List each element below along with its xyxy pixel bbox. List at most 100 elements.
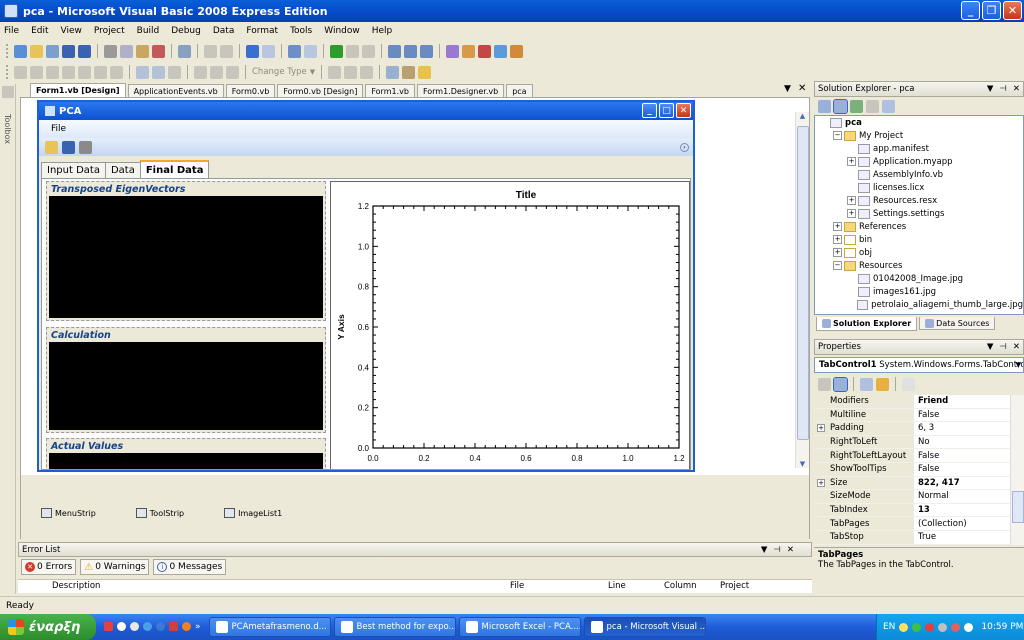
property-grid-scrollbar[interactable] (1010, 395, 1024, 545)
expand-icon[interactable]: + (817, 424, 825, 433)
tree-item[interactable]: + Application.myapp (815, 155, 1023, 168)
add-project-icon[interactable] (14, 44, 27, 58)
align-middles-icon[interactable] (94, 65, 107, 79)
panel-close-icon[interactable]: ✕ (1013, 342, 1020, 352)
tool-strip-overflow-icon[interactable]: › (680, 142, 689, 152)
tree-item[interactable]: + bin (815, 233, 1023, 246)
panel-tab[interactable]: Data Sources (919, 317, 996, 330)
property-row[interactable]: + Size 822, 417 (814, 476, 1010, 491)
panel-dropdown-icon[interactable]: ▼ (987, 342, 994, 352)
component-item[interactable]: ImageList1 (224, 487, 282, 539)
quick-launch-icon[interactable] (104, 622, 113, 631)
form-minimize-button[interactable]: _ (642, 103, 657, 118)
bring-to-front-icon[interactable] (328, 65, 342, 79)
tree-item[interactable]: images161.jpg (815, 285, 1023, 298)
toolbox-icon[interactable] (2, 86, 14, 98)
messages-filter-button[interactable]: i 0 Messages (153, 559, 227, 575)
panel-close-icon[interactable]: ✕ (787, 545, 794, 555)
scroll-down-icon[interactable]: ▼ (796, 460, 809, 468)
undo-icon[interactable] (246, 44, 259, 58)
designer-scrollbar[interactable]: ▲ ▼ (795, 112, 809, 468)
document-tab[interactable]: Form1.vb [Design] (30, 83, 126, 97)
pin-icon[interactable]: ⊣ (999, 342, 1006, 352)
vertical-spacing-icon[interactable] (210, 65, 223, 79)
tab-order-icon[interactable] (360, 65, 374, 79)
flag-icon[interactable] (169, 622, 178, 631)
menu-project[interactable]: Project (94, 26, 125, 36)
tab-dropdown-icon[interactable]: ▼ (784, 84, 791, 94)
open-icon[interactable] (30, 44, 43, 58)
quick-launch-icon[interactable] (117, 622, 126, 631)
tree-item[interactable]: pca (815, 116, 1023, 129)
eigenvectors-grid[interactable] (49, 196, 323, 318)
align-rights-icon[interactable] (62, 65, 75, 79)
property-value[interactable]: 6, 3 (914, 422, 1010, 435)
collapse-icon[interactable]: − (833, 131, 842, 140)
taskbar-button[interactable]: PCAmetafrasmeno.d... (208, 617, 331, 637)
delete-icon[interactable] (152, 44, 165, 58)
align-to-grid-icon[interactable] (14, 65, 27, 79)
document-tab[interactable]: pca (506, 84, 533, 97)
tray-icon[interactable] (925, 622, 935, 632)
show-all-files-icon[interactable] (833, 98, 848, 114)
menu-help[interactable]: Help (372, 26, 393, 36)
menu-format[interactable]: Format (246, 26, 278, 36)
property-value[interactable]: False (914, 408, 1010, 422)
property-row[interactable]: RightToLeft No (814, 435, 1010, 450)
panel-close-icon[interactable]: ✕ (1013, 84, 1020, 94)
document-tab[interactable]: Form0.vb (225, 84, 276, 97)
save-icon[interactable] (62, 140, 75, 154)
quick-launch-icon[interactable] (156, 622, 165, 631)
menu-debug[interactable]: Debug (171, 26, 201, 36)
property-row[interactable]: TabIndex 13 (814, 503, 1010, 518)
menu-window[interactable]: Window (324, 26, 360, 36)
property-row[interactable]: + Padding 6, 3 (814, 422, 1010, 436)
taskbar-button[interactable]: Best method for expo... (333, 617, 456, 637)
tree-item[interactable]: + obj (815, 246, 1023, 259)
tree-item[interactable]: − My Project (815, 129, 1023, 142)
property-row[interactable]: ShowToolTips False (814, 462, 1010, 477)
copy-icon[interactable] (120, 44, 133, 58)
tray-icon[interactable] (899, 622, 909, 632)
document-tab[interactable]: Form1.vb (365, 84, 415, 97)
make-same-height-icon[interactable] (152, 65, 165, 79)
property-value[interactable]: (Collection) (914, 517, 1010, 530)
toolbar-grip[interactable] (6, 44, 9, 58)
horizontal-spacing-icon[interactable] (194, 65, 207, 79)
property-value[interactable]: 13 (914, 503, 1010, 517)
expand-icon[interactable]: + (847, 157, 856, 166)
properties-icon[interactable] (860, 377, 873, 391)
step-into-icon[interactable] (388, 44, 401, 58)
start-debugging-icon[interactable] (330, 44, 343, 58)
column-header[interactable]: Line (608, 581, 626, 591)
open-icon[interactable] (45, 140, 58, 154)
form-tab[interactable]: Final Data (139, 160, 210, 178)
step-out-icon[interactable] (420, 44, 433, 58)
actual-values-grid[interactable] (49, 453, 323, 469)
menu-view[interactable]: View (61, 26, 82, 36)
toolbox-icon[interactable] (478, 44, 491, 58)
component-item[interactable]: ToolStrip (135, 487, 184, 539)
tree-item[interactable]: petrolaio_aliagemi_thumb_large.jpg (815, 298, 1023, 311)
format-icon[interactable] (402, 65, 416, 79)
refresh-icon[interactable] (850, 99, 863, 113)
scrollbar-thumb[interactable] (1012, 491, 1024, 523)
tree-item[interactable]: AssemblyInfo.vb (815, 168, 1023, 181)
property-row[interactable]: RightToLeftLayout False (814, 449, 1010, 463)
object-selector[interactable]: TabControl1 System.Windows.Forms.TabCont… (814, 357, 1024, 373)
expand-icon[interactable]: + (817, 478, 825, 487)
tree-item[interactable]: + Settings.settings (815, 207, 1023, 220)
document-tab[interactable]: ApplicationEvents.vb (127, 84, 224, 97)
solution-explorer-icon[interactable] (446, 44, 459, 58)
menu-tools[interactable]: Tools (290, 26, 312, 36)
quick-launch-icon[interactable] (130, 622, 139, 631)
column-header[interactable]: Description (52, 581, 100, 591)
scroll-up-icon[interactable]: ▲ (796, 112, 809, 120)
form-pca[interactable]: PCA _ □ ✕ File › Input Data Data Final Dat… (37, 100, 695, 472)
view-designer-icon[interactable] (882, 99, 895, 113)
tray-icon[interactable] (938, 622, 948, 632)
alphabetical-icon[interactable] (833, 376, 848, 392)
panel-tab[interactable]: Solution Explorer (816, 317, 918, 331)
chevron-down-icon[interactable]: ▼ (1016, 361, 1021, 369)
paste-icon[interactable] (136, 44, 149, 58)
